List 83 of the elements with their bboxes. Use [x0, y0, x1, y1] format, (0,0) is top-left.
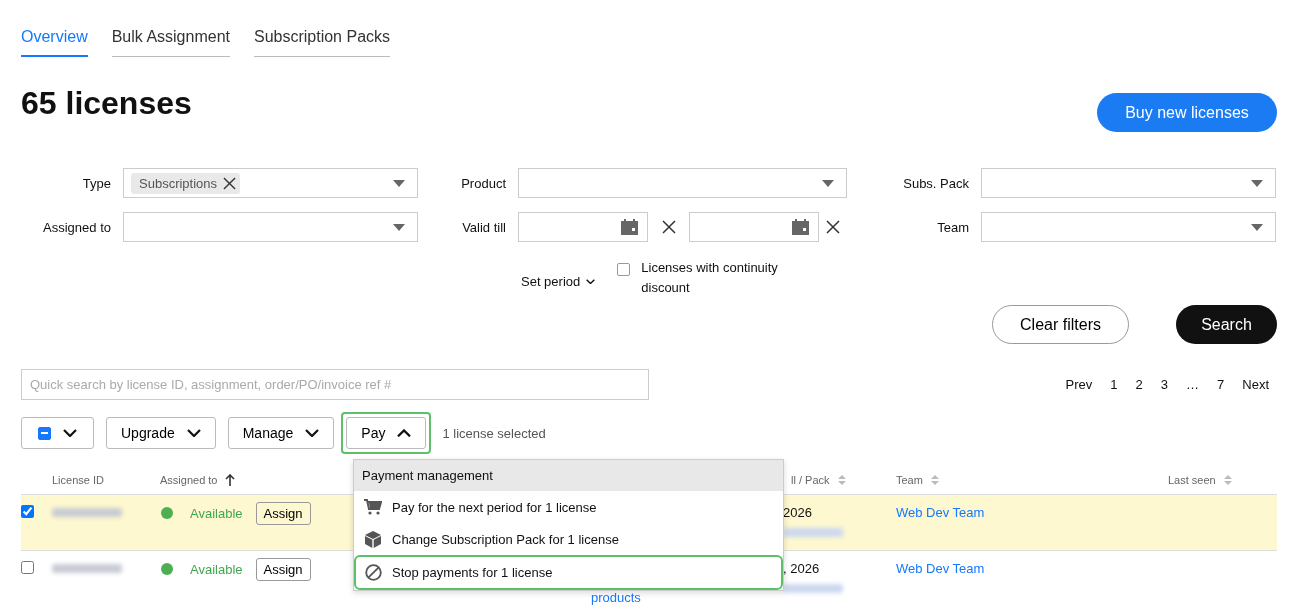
chevron-down-icon: [63, 428, 77, 438]
filter-chip: Subscriptions: [131, 172, 241, 194]
date-field[interactable]: [689, 212, 819, 242]
cart-icon: [364, 499, 382, 515]
checkbox[interactable]: [617, 263, 631, 276]
assign-button[interactable]: Assign: [255, 501, 311, 525]
column-header[interactable]: Last seen: [1168, 474, 1232, 486]
calendar-icon[interactable]: [621, 219, 638, 235]
chevron-down-icon: [305, 428, 320, 438]
filter-label: Valid till: [461, 219, 506, 235]
tab[interactable]: Bulk Assignment: [111, 28, 230, 57]
caret-down-icon: [1251, 179, 1263, 187]
caret-down-icon: [1251, 223, 1263, 231]
select-field[interactable]: [981, 168, 1276, 198]
page-link[interactable]: Prev: [1065, 377, 1093, 392]
menu-item[interactable]: Pay for the next period for 1 license: [354, 491, 783, 523]
column-header[interactable]: ll / Pack: [783, 474, 846, 486]
page-link[interactable]: …: [1186, 377, 1200, 392]
prohibited-icon: [364, 564, 382, 581]
row-checkbox[interactable]: [21, 561, 34, 574]
blurred-text: [783, 584, 843, 593]
team-link[interactable]: Web Dev Team: [896, 561, 985, 576]
tab[interactable]: Overview: [21, 28, 88, 57]
column-header[interactable]: License ID: [52, 474, 104, 486]
remove-icon[interactable]: [223, 176, 237, 190]
select-field[interactable]: [518, 168, 847, 198]
page-link[interactable]: 7: [1217, 377, 1225, 392]
chevron-down-icon: [186, 428, 201, 438]
column-header[interactable]: Assigned to: [160, 474, 236, 486]
chevron-up-icon: [397, 428, 412, 438]
dropdown-button[interactable]: Manage: [227, 417, 335, 449]
search-field[interactable]: Quick search by license ID, assignment, order/PO/invoice ref #: [21, 369, 649, 400]
calendar-icon[interactable]: [792, 219, 809, 235]
select-all-dropdown[interactable]: [21, 417, 94, 449]
page-title: 65 licenses: [21, 84, 192, 123]
checkbox[interactable]: [38, 426, 51, 440]
team-link[interactable]: Web Dev Team: [896, 505, 985, 520]
cube-icon: [365, 530, 381, 548]
page-link[interactable]: 3: [1160, 377, 1169, 392]
page-link[interactable]: 1: [1110, 377, 1118, 392]
assign-button[interactable]: Assign: [255, 557, 311, 581]
search-button[interactable]: Search: [1176, 305, 1277, 344]
row-checkbox[interactable]: [21, 505, 34, 518]
select-field[interactable]: [981, 212, 1276, 242]
filter-label: Team: [936, 219, 969, 235]
select-field[interactable]: [123, 212, 418, 242]
status-dot: [161, 563, 173, 575]
dropdown-button[interactable]: Upgrade: [106, 417, 216, 449]
set-period-button[interactable]: Set period: [521, 274, 596, 289]
clear-icon[interactable]: [826, 220, 840, 234]
tab[interactable]: Subscription Packs: [253, 28, 391, 57]
status-text: Available: [190, 505, 243, 521]
page-link[interactable]: 2: [1135, 377, 1143, 392]
dropdown-button[interactable]: Pay: [346, 417, 427, 449]
arrow-up-icon[interactable]: [225, 474, 236, 486]
status-dot: [161, 507, 173, 519]
table-cell: 2026: [783, 505, 812, 520]
blurred-text: [52, 564, 122, 573]
table-cell: , 2026: [783, 561, 820, 576]
caret-down-icon: [822, 179, 834, 187]
status-text: Available: [190, 561, 243, 577]
select-field[interactable]: Subscriptions: [123, 168, 418, 198]
filter-label: Type: [81, 175, 111, 191]
date-field[interactable]: [518, 212, 648, 242]
blurred-text: [52, 508, 122, 517]
caret-down-icon: [393, 223, 405, 231]
buy-button[interactable]: Buy new licenses: [1097, 93, 1277, 132]
filter-label: Assigned to: [42, 219, 111, 235]
checkbox-label: Licenses with continuity discount: [641, 259, 779, 297]
clear-icon[interactable]: [661, 220, 676, 234]
column-header[interactable]: Team: [896, 474, 939, 486]
clear-filters-button[interactable]: Clear filters: [992, 305, 1129, 344]
filter-label: Subs. Pack: [902, 175, 969, 191]
blurred-text: [783, 528, 843, 537]
selection-count: 1 license selected: [442, 425, 546, 441]
menu-header: Payment management: [354, 460, 783, 491]
filter-label: Product: [460, 175, 506, 191]
page-link[interactable]: Next: [1242, 377, 1269, 392]
chevron-down-icon: [586, 278, 596, 285]
caret-down-icon: [393, 179, 405, 187]
menu-item[interactable]: Change Subscription Pack for 1 license: [354, 523, 783, 555]
products-link[interactable]: products: [583, 591, 641, 605]
menu-item[interactable]: Stop payments for 1 license: [354, 555, 783, 590]
